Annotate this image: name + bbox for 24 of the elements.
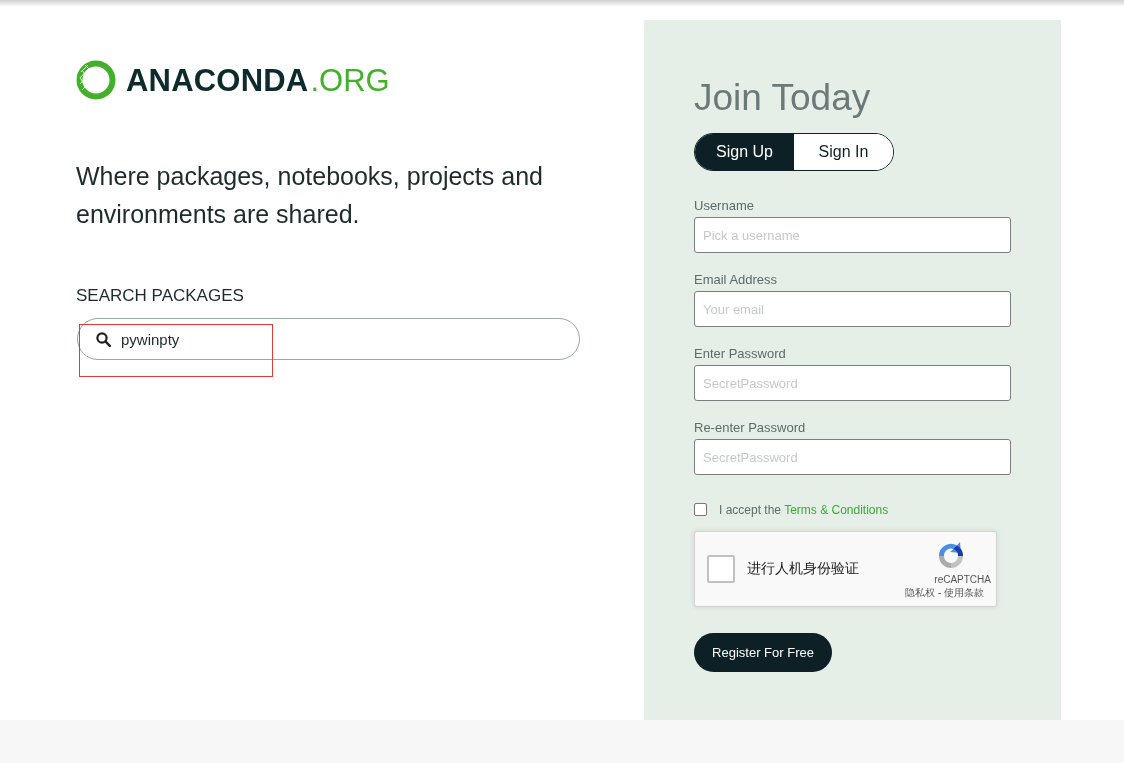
captcha-checkbox[interactable]: [707, 555, 735, 583]
field-label: Username: [694, 197, 754, 214]
search-heading: SEARCH PACKAGES: [76, 286, 244, 306]
field-label: Re-enter Password: [694, 419, 806, 436]
tagline: Where packages, notebooks, projects and environments are shared.: [76, 161, 544, 230]
panel-title: Join Today: [694, 77, 871, 119]
auth-tab[interactable]: Sign Up: [695, 134, 794, 170]
field-label: Email Address: [694, 271, 778, 288]
field-label: Enter Password: [694, 345, 786, 362]
captcha-links[interactable]: 隐私权 - 使用条款: [905, 586, 984, 600]
input-field[interactable]: Your email: [694, 291, 1011, 327]
search-icon: [96, 332, 111, 347]
captcha-prompt: 进行人机身份验证: [747, 560, 860, 578]
input-field[interactable]: Pick a username: [694, 217, 1011, 253]
captcha-brand: reCAPTCHA: [934, 574, 991, 586]
terms-checkbox[interactable]: [694, 502, 707, 516]
search-field[interactable]: pywinpty: [77, 318, 580, 360]
input-field[interactable]: SecretPassword: [694, 439, 1011, 475]
terms-label: I accept the Terms & Conditions: [719, 502, 889, 518]
ring-logo-icon: [76, 60, 116, 100]
logo-domain: .ORG: [310, 64, 390, 96]
logo-wordmark: ANACONDA: [126, 64, 309, 96]
input-field[interactable]: SecretPassword: [694, 365, 1011, 401]
register-button[interactable]: Register For Free: [694, 633, 832, 672]
